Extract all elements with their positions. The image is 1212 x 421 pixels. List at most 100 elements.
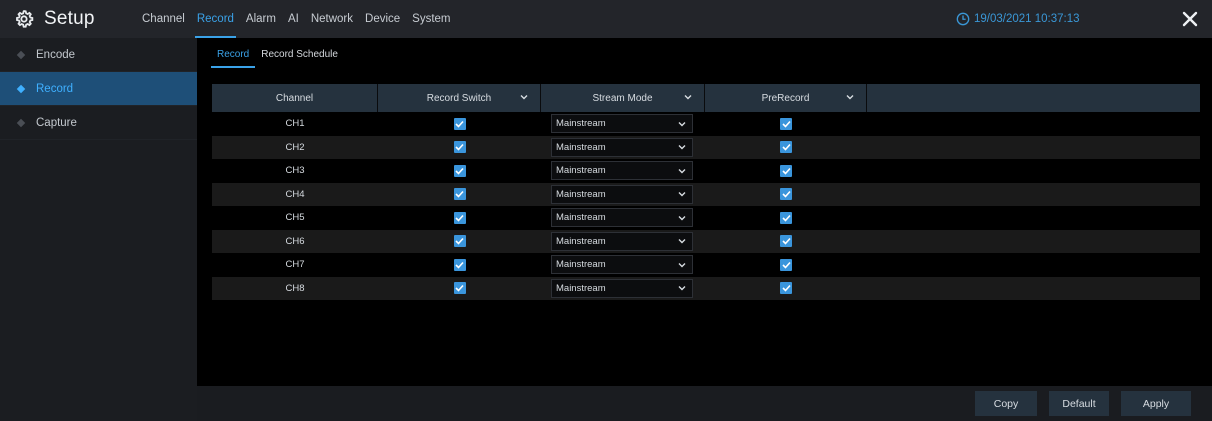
- content-panel: Record Record Schedule Channel Record Sw…: [197, 38, 1212, 421]
- prerecord-cell: [705, 277, 867, 301]
- system-clock: 19/03/2021 10:37:13: [956, 0, 1080, 38]
- prerecord-cell: [705, 253, 867, 277]
- channel-label: CH8: [285, 282, 305, 294]
- prerecord-cell: [705, 159, 867, 183]
- checkmark-icon: [455, 191, 464, 198]
- subtab-record[interactable]: Record: [211, 42, 256, 68]
- stream-mode-cell: Mainstream: [541, 277, 705, 301]
- top-nav: Channel Record Alarm AI Network Device S…: [136, 0, 457, 38]
- checkmark-icon: [781, 285, 791, 292]
- default-button[interactable]: Default: [1049, 391, 1109, 416]
- stream-mode-value: Mainstream: [556, 141, 606, 153]
- copy-button[interactable]: Copy: [975, 391, 1037, 416]
- record-switch-checkbox[interactable]: [453, 282, 466, 295]
- tab-channel[interactable]: Channel: [136, 0, 191, 38]
- channel-label: CH4: [285, 188, 305, 200]
- prerecord-checkbox[interactable]: [780, 235, 792, 248]
- record-switch-checkbox[interactable]: [453, 164, 466, 177]
- record-switch-cell: [378, 253, 541, 277]
- stream-mode-select[interactable]: Mainstream: [551, 231, 693, 251]
- channel-label: CH5: [285, 212, 305, 224]
- stream-mode-value: Mainstream: [556, 165, 606, 177]
- prerecord-checkbox[interactable]: [780, 211, 792, 224]
- sidebar-item-record[interactable]: Record: [0, 72, 197, 106]
- subtab-record-schedule[interactable]: Record Schedule: [255, 42, 344, 68]
- table-header: Channel Record Switch Stream Mode PreRec…: [212, 84, 1200, 112]
- channel-cell: CH7: [212, 253, 378, 277]
- prerecord-checkbox[interactable]: [780, 188, 792, 201]
- record-switch-checkbox[interactable]: [453, 258, 466, 271]
- channel-label: CH6: [285, 235, 305, 247]
- header-empty: [867, 84, 1200, 112]
- chevron-down-icon: [678, 121, 686, 127]
- stream-mode-select[interactable]: Mainstream: [551, 137, 693, 157]
- prerecord-checkbox[interactable]: [780, 117, 792, 130]
- record-table: Channel Record Switch Stream Mode PreRec…: [212, 84, 1200, 300]
- record-switch-checkbox[interactable]: [453, 235, 466, 248]
- header-record-switch: Record Switch: [378, 84, 541, 112]
- bottom-bar: Copy Default Apply: [197, 386, 1212, 421]
- tab-record[interactable]: Record: [191, 0, 240, 38]
- header-prerecord: PreRecord: [705, 84, 867, 112]
- header-record-switch-label: Record Switch: [426, 92, 492, 104]
- chevron-down-icon[interactable]: [520, 94, 528, 100]
- stream-mode-cell: Mainstream: [541, 183, 705, 207]
- tab-ai[interactable]: AI: [282, 0, 305, 38]
- stream-mode-select[interactable]: Mainstream: [551, 161, 693, 181]
- channel-cell: CH3: [212, 159, 378, 183]
- table-row: CH2 Mainstream: [212, 135, 1200, 160]
- record-switch-cell: [378, 206, 541, 230]
- diamond-icon: [16, 50, 26, 59]
- checkmark-icon: [781, 214, 791, 222]
- prerecord-checkbox[interactable]: [780, 258, 792, 271]
- checkmark-icon: [781, 167, 791, 175]
- channel-label: CH1: [285, 118, 305, 130]
- stream-mode-value: Mainstream: [556, 259, 606, 271]
- chevron-down-icon: [678, 145, 686, 150]
- tab-system[interactable]: System: [406, 0, 456, 38]
- record-switch-checkbox[interactable]: [453, 117, 466, 130]
- prerecord-cell: [705, 112, 867, 136]
- prerecord-checkbox[interactable]: [780, 164, 792, 177]
- tab-network[interactable]: Network: [305, 0, 359, 38]
- prerecord-checkbox[interactable]: [780, 141, 792, 154]
- record-switch-checkbox[interactable]: [453, 188, 466, 201]
- record-switch-cell: [378, 136, 541, 160]
- stream-mode-select[interactable]: Mainstream: [551, 208, 693, 228]
- diamond-icon: [16, 84, 26, 93]
- stream-mode-value: Mainstream: [556, 235, 606, 247]
- stream-mode-select[interactable]: Mainstream: [551, 114, 693, 134]
- stream-mode-select[interactable]: Mainstream: [551, 184, 693, 204]
- record-switch-checkbox[interactable]: [453, 141, 466, 154]
- chevron-down-icon[interactable]: [846, 94, 854, 100]
- channel-cell: CH6: [212, 230, 378, 254]
- apply-button[interactable]: Apply: [1121, 391, 1191, 416]
- checkmark-icon: [455, 238, 464, 245]
- stream-mode-select[interactable]: Mainstream: [551, 278, 693, 298]
- stream-mode-cell: Mainstream: [541, 112, 705, 136]
- table-body: CH1 Mainstream CH2 Mainstream CH3 Mainstream C…: [212, 112, 1200, 300]
- channel-cell: CH8: [212, 277, 378, 301]
- sidebar-item-encode[interactable]: Encode: [0, 38, 197, 72]
- channel-cell: CH4: [212, 183, 378, 207]
- close-icon[interactable]: [1180, 9, 1200, 29]
- header-prerecord-label: PreRecord: [761, 92, 810, 104]
- record-switch-checkbox[interactable]: [453, 211, 466, 224]
- tab-device[interactable]: Device: [359, 0, 406, 38]
- checkmark-icon: [781, 120, 791, 128]
- chevron-down-icon[interactable]: [684, 94, 692, 100]
- sidebar-item-capture[interactable]: Capture: [0, 106, 197, 140]
- prerecord-checkbox[interactable]: [780, 282, 792, 295]
- chevron-down-icon: [678, 215, 686, 221]
- setup-window: Setup Channel Record Alarm AI Network De…: [0, 0, 1212, 421]
- tab-alarm[interactable]: Alarm: [240, 0, 282, 38]
- channel-label: CH3: [285, 165, 305, 177]
- gear-icon: [16, 10, 34, 28]
- record-switch-cell: [378, 112, 541, 136]
- prerecord-cell: [705, 136, 867, 160]
- header-channel-label: Channel: [275, 92, 314, 104]
- sidebar-item-label: Encode: [36, 48, 76, 61]
- chevron-down-icon: [678, 239, 686, 244]
- chevron-down-icon: [678, 262, 686, 268]
- stream-mode-select[interactable]: Mainstream: [551, 255, 693, 275]
